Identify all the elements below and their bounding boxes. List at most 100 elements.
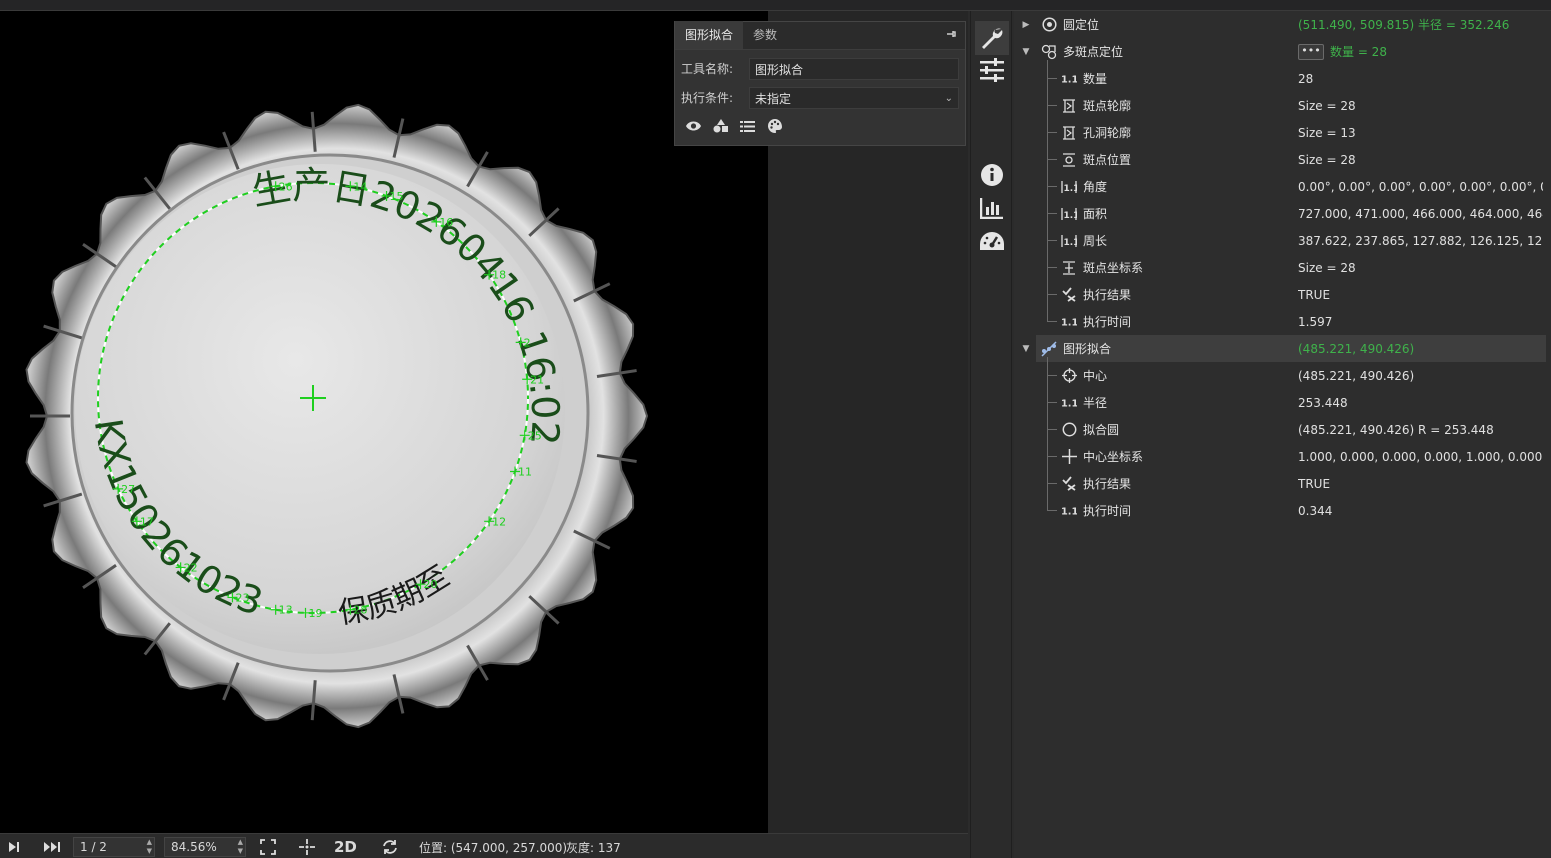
first-frame-icon[interactable] bbox=[7, 837, 21, 857]
tree-row[interactable]: 1.1 周长 387.622, 237.865, 127.882, 126.125,… bbox=[1014, 227, 1546, 254]
tree-item-name: 半径 bbox=[1083, 396, 1108, 410]
tree-row[interactable]: ▼ 多斑点定位 ••• 数量 = 28 bbox=[1014, 38, 1546, 65]
crosshair-icon bbox=[1061, 368, 1077, 384]
tool-name-input[interactable]: 图形拟合 bbox=[749, 57, 959, 80]
blob-point-label: 2 bbox=[524, 336, 531, 349]
page-input[interactable]: 1 / 2 ▲ ▼ bbox=[73, 837, 155, 857]
tree-item-name: 图形拟合 bbox=[1063, 342, 1112, 356]
info-icon[interactable] bbox=[975, 158, 1009, 192]
result-icon bbox=[1061, 287, 1077, 303]
mode-2d-button[interactable]: 2D bbox=[334, 837, 357, 857]
tree-item-value-text: TRUE bbox=[1298, 287, 1331, 302]
blob-point-label: 27 bbox=[121, 483, 135, 496]
fit-screen-icon[interactable] bbox=[260, 837, 276, 857]
tree-item-value-text: (485.221, 490.426) bbox=[1298, 368, 1415, 383]
collapse-arrow-icon[interactable]: ▼ bbox=[1021, 47, 1031, 57]
expand-arrow-icon[interactable]: ▶ bbox=[1021, 20, 1031, 30]
page-value: 1 / 2 bbox=[80, 840, 107, 854]
more-button[interactable]: ••• bbox=[1298, 44, 1324, 61]
tree-item-value: 727.000, 471.000, 466.000, 464.000, 464.… bbox=[1298, 207, 1543, 221]
tree-row[interactable]: 中心坐标系 1.000, 0.000, 0.000, 0.000, 1.000, … bbox=[1014, 443, 1546, 470]
tree-item-value: 0.344 bbox=[1298, 504, 1332, 518]
blob-point-label: 23 bbox=[235, 591, 249, 604]
blob-point-label: 14 bbox=[353, 180, 367, 193]
tree-item-value: Size = 28 bbox=[1298, 153, 1356, 167]
coord-icon bbox=[1061, 260, 1077, 276]
blob-point-label: 20 bbox=[424, 578, 438, 591]
tree-item-value-text: 0.344 bbox=[1298, 503, 1333, 518]
tab-params[interactable]: 参数 bbox=[743, 21, 787, 49]
tree-connector bbox=[1047, 483, 1057, 484]
fit-icon bbox=[1041, 340, 1057, 357]
eye-icon[interactable] bbox=[685, 118, 702, 135]
tree-row[interactable]: 斑点位置 Size = 28 bbox=[1014, 146, 1546, 173]
image-viewer[interactable]: 生产日20260416 16:02 KX150261023 保质期至 26 14 1… bbox=[0, 11, 768, 833]
blob-point-label: 16 bbox=[439, 216, 453, 229]
tree-row[interactable]: ▼ 图形拟合 (485.221, 490.426) bbox=[1023, 335, 1546, 362]
palette-icon[interactable] bbox=[766, 118, 783, 135]
panel-tabs: 图形拟合 参数 bbox=[675, 21, 965, 50]
sliders-icon[interactable] bbox=[975, 53, 1009, 87]
blob-point-label: 19 bbox=[308, 607, 322, 620]
tree-row[interactable]: 斑点轮廓 Size = 28 bbox=[1014, 92, 1546, 119]
tree-item-value-text: Size = 28 bbox=[1298, 260, 1356, 275]
number-icon: 1.11 bbox=[1061, 395, 1077, 411]
list-icon[interactable] bbox=[739, 118, 756, 135]
crosshair-toggle-icon[interactable] bbox=[298, 837, 316, 857]
tab-shape-fit[interactable]: 图形拟合 bbox=[675, 21, 744, 49]
tree-row[interactable]: 1.11 数量 28 bbox=[1014, 65, 1546, 92]
spinner-icon[interactable]: ▲ ▼ bbox=[238, 838, 243, 856]
tree-connector bbox=[1047, 267, 1057, 268]
tree-item-name: 执行结果 bbox=[1083, 477, 1132, 491]
tree-row[interactable]: 1.1 面积 727.000, 471.000, 466.000, 464.000,… bbox=[1014, 200, 1546, 227]
tree-row[interactable]: 1.11 执行时间 1.597 bbox=[1014, 308, 1546, 335]
bar-chart-icon[interactable] bbox=[975, 191, 1009, 225]
wrench-icon[interactable] bbox=[975, 21, 1009, 55]
tree-row[interactable]: 1.11 执行时间 0.344 bbox=[1014, 497, 1546, 524]
tree-row[interactable]: 执行结果 TRUE bbox=[1014, 281, 1546, 308]
tree-item-name: 斑点坐标系 bbox=[1083, 261, 1144, 275]
tree-row[interactable]: 1.1 角度 0.00°, 0.00°, 0.00°, 0.00°, 0.00°, … bbox=[1014, 173, 1546, 200]
tree-row[interactable]: 执行结果 TRUE bbox=[1014, 470, 1546, 497]
last-frame-icon[interactable] bbox=[43, 837, 61, 857]
gauge-icon[interactable] bbox=[975, 225, 1009, 259]
tree-connector bbox=[1047, 60, 1048, 322]
tree-row[interactable]: 中心 (485.221, 490.426) bbox=[1014, 362, 1546, 389]
zoom-input[interactable]: 84.56% ▲ ▼ bbox=[164, 837, 246, 857]
tree-row[interactable]: 拟合圆 (485.221, 490.426) R = 253.448 bbox=[1014, 416, 1546, 443]
tree-row[interactable]: 斑点坐标系 Size = 28 bbox=[1014, 254, 1546, 281]
tool-float-panel: 图形拟合 参数 工具名称: 图形拟合 执行条件: 未指定 ⌄ bbox=[674, 21, 966, 146]
tree-item-value-text: 387.622, 237.865, 127.882, 126.125, 126.… bbox=[1298, 233, 1543, 248]
tree-connector bbox=[1047, 159, 1057, 160]
tree-item-name: 多斑点定位 bbox=[1063, 45, 1124, 59]
tree-item-name: 斑点轮廓 bbox=[1083, 99, 1132, 113]
blob-point-label: 18 bbox=[492, 269, 506, 282]
tree-connector bbox=[1047, 429, 1057, 430]
blob-point-label: 22 bbox=[184, 561, 198, 574]
tree-item-value: Size = 28 bbox=[1298, 99, 1356, 113]
blob-point-label: 12 bbox=[492, 515, 506, 528]
blob-point-label: 26 bbox=[279, 180, 293, 193]
shapes-icon[interactable] bbox=[712, 118, 729, 135]
tree-item-name: 执行结果 bbox=[1083, 288, 1132, 302]
bottle-cap-image: 生产日20260416 16:02 KX150261023 保质期至 26 141… bbox=[25, 103, 649, 729]
result-tree: ▶ 圆定位 (511.490, 509.815) 半径 = 352.246 ▼ 多斑点定… bbox=[1014, 11, 1551, 858]
collapse-arrow-icon[interactable]: ▼ bbox=[1021, 344, 1031, 354]
blob-point-label: 15 bbox=[390, 190, 404, 203]
tree-row[interactable]: 孔洞轮廓 Size = 13 bbox=[1014, 119, 1546, 146]
blob-point-label: 21 bbox=[530, 373, 544, 386]
sync-icon[interactable] bbox=[381, 837, 399, 857]
condition-select[interactable]: 未指定 ⌄ bbox=[749, 86, 959, 109]
tree-connector bbox=[1047, 510, 1057, 511]
zoom-value: 84.56% bbox=[171, 840, 217, 854]
spinner-icon[interactable]: ▲ ▼ bbox=[147, 838, 152, 856]
tree-item-value: 387.622, 237.865, 127.882, 126.125, 126.… bbox=[1298, 234, 1543, 248]
svg-text:1.11: 1.11 bbox=[1061, 318, 1077, 328]
tree-item-value-text: 28 bbox=[1298, 71, 1314, 86]
pin-icon[interactable] bbox=[945, 28, 957, 43]
side-toolbar bbox=[970, 11, 1012, 858]
tree-row[interactable]: 1.11 半径 253.448 bbox=[1014, 389, 1546, 416]
tree-connector bbox=[1047, 132, 1057, 133]
tree-row[interactable]: ▶ 圆定位 (511.490, 509.815) 半径 = 352.246 bbox=[1014, 11, 1546, 38]
tree-connector bbox=[1047, 456, 1057, 457]
